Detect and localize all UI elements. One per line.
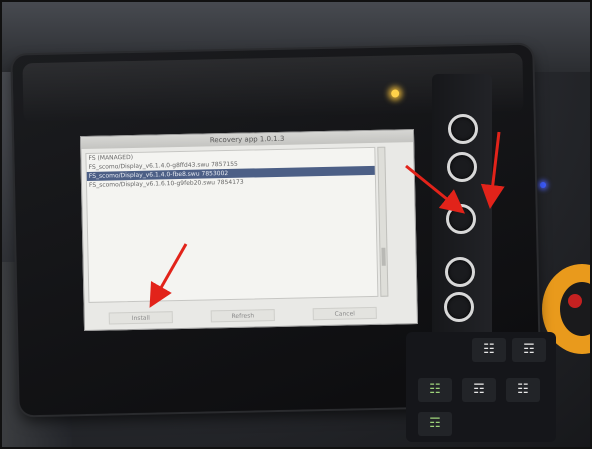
arrow-to-selected-file bbox=[149, 243, 188, 308]
arrow-to-hardware-button bbox=[405, 164, 466, 214]
annotation-arrows bbox=[149, 131, 505, 308]
arrow-down-to-button bbox=[480, 131, 505, 209]
photo-frame: Recovery app 1.0.1.3 FS (MANAGED) FS_sco… bbox=[0, 0, 592, 449]
